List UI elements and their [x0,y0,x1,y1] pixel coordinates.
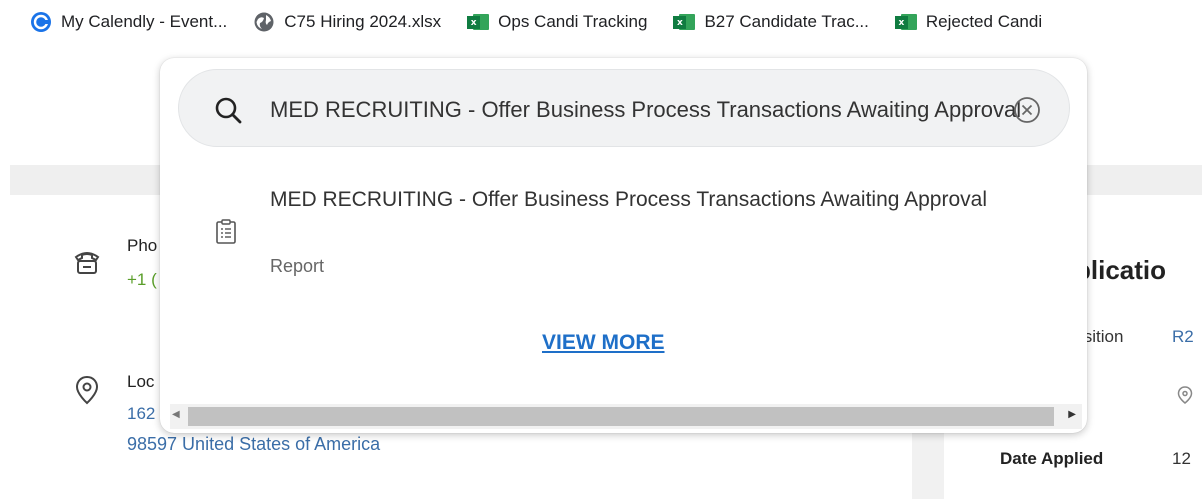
address-line-2[interactable]: 98597 United States of America [127,434,380,455]
bookmark-b27-candidate-tracking[interactable]: x B27 Candidate Trac... [673,11,869,33]
bookmark-label: Rejected Candi [925,12,1043,31]
location-pin-icon [75,375,99,405]
bookmark-label: Ops Candi Tracking [498,12,648,31]
view-more-link[interactable]: VIEW MORE [542,331,665,355]
search-bar[interactable]: MED RECRUITING - Offer Business Process … [178,69,1070,147]
excel-icon: x [467,11,490,33]
search-dropdown: MED RECRUITING - Offer Business Process … [160,58,1087,433]
bookmark-label: B27 Candidate Trac... [704,12,869,31]
location-pin-icon [1177,386,1193,404]
scroll-right-arrow-icon[interactable]: ▶ [1068,409,1076,420]
bookmarks-bar: My Calendly - Event... C75 Hiring 2024.x… [0,0,1202,44]
calendly-icon [30,11,52,33]
bookmark-label: C75 Hiring 2024.xlsx [284,12,442,31]
address-line-1[interactable]: 162 [127,404,155,424]
phone-label: Pho [127,236,158,255]
result-type: Report [270,256,325,276]
bookmark-calendly[interactable]: My Calendly - Event... [30,11,227,33]
search-result-item[interactable]: MED RECRUITING - Offer Business Process … [200,181,1040,281]
scroll-left-arrow-icon[interactable]: ◀ [172,409,180,420]
report-clipboard-icon [216,219,236,244]
phone-value: +1 ( [127,270,157,289]
excel-icon: x [673,11,696,33]
location-label: Loc [127,372,155,391]
application-title: plicatio [1075,255,1167,285]
bookmark-ops-candi-tracking[interactable]: x Ops Candi Tracking [467,11,647,33]
requisition-value[interactable]: R2 [1172,327,1194,347]
bookmark-label: My Calendly - Event... [61,12,228,31]
date-applied-label: Date Applied [1000,449,1104,468]
excel-icon: x [894,11,917,33]
scrollbar-thumb[interactable] [188,407,1054,426]
clear-search-icon[interactable] [1012,95,1042,125]
search-icon [215,97,242,124]
search-input[interactable]: MED RECRUITING - Offer Business Process … [270,97,1020,123]
bookmark-c75-hiring[interactable]: C75 Hiring 2024.xlsx [253,11,441,33]
horizontal-scrollbar[interactable]: ◀ ▶ [170,404,1082,429]
phone-icon [74,252,100,274]
bookmark-rejected-candi[interactable]: x Rejected Candi [894,11,1043,33]
globe-icon [253,11,275,33]
date-applied-value: 12 [1172,449,1191,468]
result-title[interactable]: MED RECRUITING - Offer Business Process … [270,183,1030,217]
